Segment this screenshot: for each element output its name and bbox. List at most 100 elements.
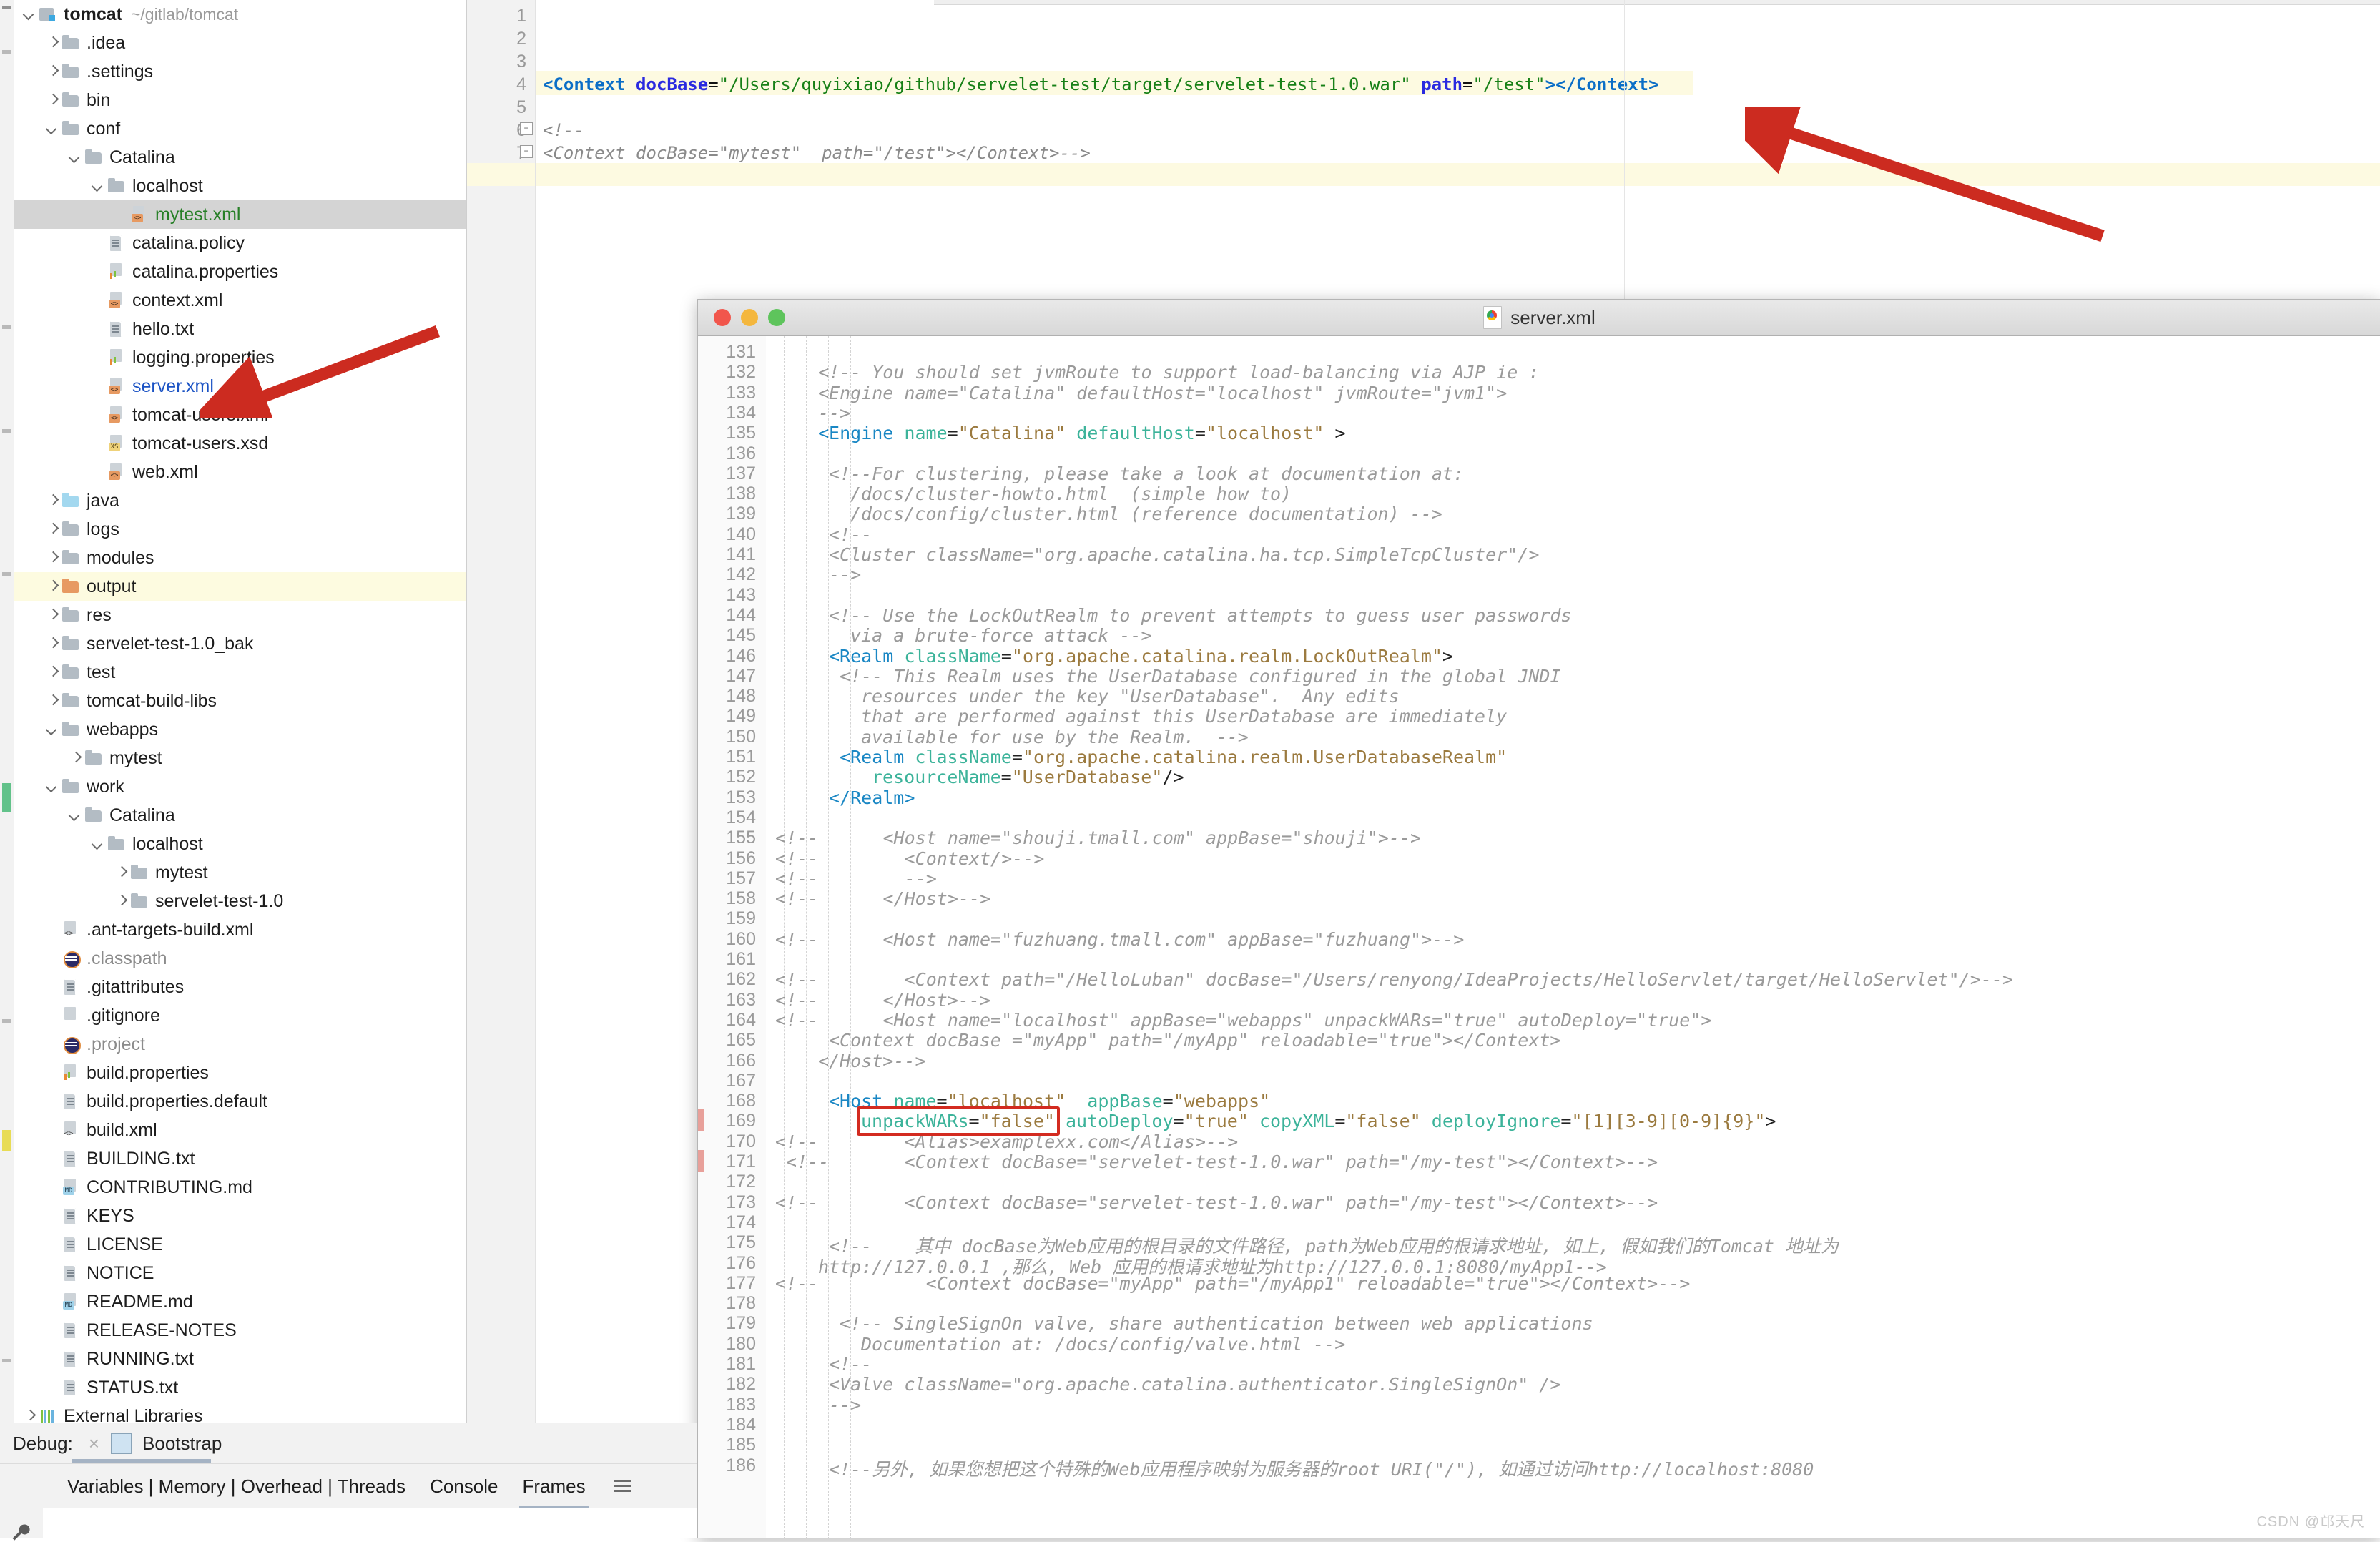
- chevron-right-icon[interactable]: [44, 664, 60, 680]
- editor-code-line[interactable]: <Context docBase="mytest" path="/test"><…: [543, 143, 1091, 163]
- tree-item-contributing-md[interactable]: MD CONTRIBUTING.md: [14, 1173, 466, 1202]
- tree-item-catalina[interactable]: Catalina: [14, 143, 466, 172]
- tree-item-bin[interactable]: bin: [14, 86, 466, 114]
- debug-tab-bar[interactable]: Variables | Memory | Overhead | Threads …: [0, 1463, 697, 1511]
- chevron-down-icon[interactable]: [90, 178, 106, 194]
- editor-code-line[interactable]: <!--: [543, 120, 584, 140]
- tree-item-license[interactable]: LICENSE: [14, 1230, 466, 1259]
- chevron-right-icon[interactable]: [44, 493, 60, 509]
- tree-item-catalina[interactable]: Catalina: [14, 801, 466, 830]
- tree-item-project[interactable]: .project: [14, 1030, 466, 1059]
- chevron-right-icon[interactable]: [113, 865, 129, 880]
- tree-item-tomcat-build-libs[interactable]: tomcat-build-libs: [14, 687, 466, 715]
- tree-item-idea[interactable]: .idea: [14, 29, 466, 57]
- tree-item-server-xml[interactable]: <> server.xml: [14, 372, 466, 401]
- chevron-down-icon[interactable]: [67, 149, 83, 165]
- server-xml-code-line[interactable]: available for use by the Realm. -->: [861, 727, 1249, 747]
- chevron-right-icon[interactable]: [44, 92, 60, 108]
- server-xml-code-line[interactable]: </Host>-->: [818, 1051, 926, 1071]
- server-xml-code-line[interactable]: <!-- <Context path="/HelloLuban" docBase…: [775, 969, 2013, 990]
- tree-item-mytest-xml[interactable]: <> mytest.xml: [14, 200, 466, 229]
- server-xml-code-line[interactable]: <Engine name="Catalina" defaultHost="loc…: [818, 383, 1507, 403]
- server-xml-code-line[interactable]: <!-- <Host name="shouji.tmall.com" appBa…: [775, 828, 1421, 848]
- tree-item-keys[interactable]: KEYS: [14, 1202, 466, 1230]
- tree-item-readme-md[interactable]: MD README.md: [14, 1287, 466, 1316]
- tree-item-output[interactable]: output: [14, 572, 466, 601]
- chevron-right-icon[interactable]: [44, 550, 60, 566]
- code-fold-toggle[interactable]: −: [520, 145, 533, 158]
- window-title-bar[interactable]: server.xml: [698, 300, 2380, 336]
- server-xml-code-line[interactable]: <Valve className="org.apache.catalina.au…: [829, 1374, 1561, 1395]
- tree-item-res[interactable]: res: [14, 601, 466, 629]
- tree-item-settings[interactable]: .settings: [14, 57, 466, 86]
- tree-item-webapps[interactable]: webapps: [14, 715, 466, 744]
- server-xml-code-line[interactable]: </Realm>: [829, 787, 915, 808]
- tree-item-work[interactable]: work: [14, 772, 466, 801]
- editor-marker-strip[interactable]: [0, 0, 15, 1423]
- server-xml-code-line[interactable]: <!-- -->: [775, 868, 937, 889]
- debug-tool-window[interactable]: Debug: × Bootstrap Variables | Memory | …: [0, 1423, 697, 1541]
- tab-console[interactable]: Console: [430, 1475, 498, 1498]
- tree-item-gitignore[interactable]: .gitignore: [14, 1001, 466, 1030]
- chevron-down-icon[interactable]: [67, 807, 83, 823]
- wrench-icon[interactable]: [10, 1522, 30, 1542]
- chevron-down-icon[interactable]: [44, 722, 60, 737]
- tree-item-build-xml[interactable]: <> build.xml: [14, 1116, 466, 1144]
- tree-item-running-txt[interactable]: RUNNING.txt: [14, 1345, 466, 1373]
- debug-header[interactable]: Debug: × Bootstrap: [0, 1423, 697, 1463]
- tree-item-build-properties-default[interactable]: build.properties.default: [14, 1087, 466, 1116]
- tree-item-classpath[interactable]: .classpath: [14, 944, 466, 973]
- chevron-down-icon[interactable]: [90, 836, 106, 852]
- server-xml-code-body[interactable]: 131 132 133 134 135 136 137 138 139 140 141 142 143 1…: [698, 336, 2380, 1538]
- server-xml-code-line[interactable]: via a brute-force attack -->: [850, 625, 1151, 646]
- tree-item-catalina-policy[interactable]: catalina.policy: [14, 229, 466, 257]
- tab-frames[interactable]: Frames: [519, 1475, 589, 1511]
- chevron-right-icon[interactable]: [44, 579, 60, 594]
- server-xml-code-line[interactable]: -->: [829, 1395, 861, 1415]
- chevron-right-icon[interactable]: [113, 893, 129, 909]
- server-xml-code-line[interactable]: <Realm className="org.apache.catalina.re…: [829, 646, 1453, 667]
- hamburger-icon[interactable]: [614, 1480, 631, 1493]
- tree-item-logging-properties[interactable]: logging.properties: [14, 343, 466, 372]
- chevron-right-icon[interactable]: [21, 1408, 37, 1423]
- server-xml-code-line[interactable]: <!-- Use the LockOutRealm to prevent att…: [829, 605, 1572, 626]
- tab-variables-memory-overhead-threads[interactable]: Variables | Memory | Overhead | Threads: [67, 1475, 405, 1498]
- server-xml-code-line[interactable]: /docs/config/cluster.html (reference doc…: [850, 504, 1442, 524]
- server-xml-code-line[interactable]: <Engine name="Catalina" defaultHost="loc…: [818, 423, 1346, 443]
- tree-item-mytest[interactable]: mytest: [14, 744, 466, 772]
- tree-item-release-notes[interactable]: RELEASE-NOTES: [14, 1316, 466, 1345]
- editor-code-line[interactable]: <Context docBase="/Users/quyixiao/github…: [543, 74, 1659, 94]
- server-xml-code-line[interactable]: <Context docBase ="myApp" path="/myApp" …: [829, 1030, 1561, 1051]
- chevron-right-icon[interactable]: [44, 607, 60, 623]
- server-xml-code-line[interactable]: <!-- This Realm uses the UserDatabase co…: [840, 666, 1560, 687]
- tree-item-tomcat[interactable]: tomcat ~/gitlab/tomcat: [14, 0, 466, 29]
- tree-item-tomcat-users-xsd[interactable]: XS tomcat-users.xsd: [14, 429, 466, 458]
- chevron-down-icon[interactable]: [44, 779, 60, 795]
- chevron-right-icon[interactable]: [44, 35, 60, 51]
- tree-item-tomcat-users-xml[interactable]: <> tomcat-users.xml: [14, 401, 466, 429]
- tree-item-localhost[interactable]: localhost: [14, 830, 466, 858]
- tree-item-hello-txt[interactable]: hello.txt: [14, 315, 466, 343]
- server-xml-code-line[interactable]: <Realm className="org.apache.catalina.re…: [840, 747, 1507, 767]
- server-xml-window[interactable]: server.xml 131 132 133 134 135 136 137 138 139 14…: [697, 299, 2380, 1538]
- tree-item-status-txt[interactable]: STATUS.txt: [14, 1373, 466, 1402]
- server-xml-code-line[interactable]: <!-- </Host>-->: [775, 888, 990, 909]
- chevron-down-icon[interactable]: [21, 6, 37, 22]
- editor-code-area[interactable]: <Context docBase="/Users/quyixiao/github…: [520, 0, 2380, 243]
- project-tree-panel[interactable]: tomcat ~/gitlab/tomcat .idea .settings bin co…: [14, 0, 467, 1423]
- tree-item-external-libraries[interactable]: External Libraries: [14, 1402, 466, 1423]
- chevron-right-icon[interactable]: [44, 636, 60, 652]
- server-xml-code-line[interactable]: -->: [818, 403, 850, 423]
- tree-item-modules[interactable]: modules: [14, 544, 466, 572]
- server-xml-code-line[interactable]: Documentation at: /docs/config/valve.htm…: [861, 1334, 1345, 1355]
- server-xml-code-line[interactable]: that are performed against this UserData…: [861, 706, 1507, 727]
- server-xml-code-line[interactable]: <!-- SingleSignOn valve, share authentic…: [840, 1313, 1593, 1334]
- close-icon[interactable]: ×: [89, 1433, 99, 1455]
- tree-item-mytest[interactable]: mytest: [14, 858, 466, 887]
- server-xml-code-line[interactable]: <!--: [829, 524, 872, 545]
- tree-item-build-properties[interactable]: build.properties: [14, 1059, 466, 1087]
- server-xml-code-line[interactable]: <Cluster className="org.apache.catalina.…: [829, 544, 1539, 565]
- server-xml-code-line[interactable]: /docs/cluster-howto.html (simple how to): [850, 483, 1292, 504]
- tree-item-context-xml[interactable]: <> context.xml: [14, 286, 466, 315]
- chevron-right-icon[interactable]: [44, 64, 60, 79]
